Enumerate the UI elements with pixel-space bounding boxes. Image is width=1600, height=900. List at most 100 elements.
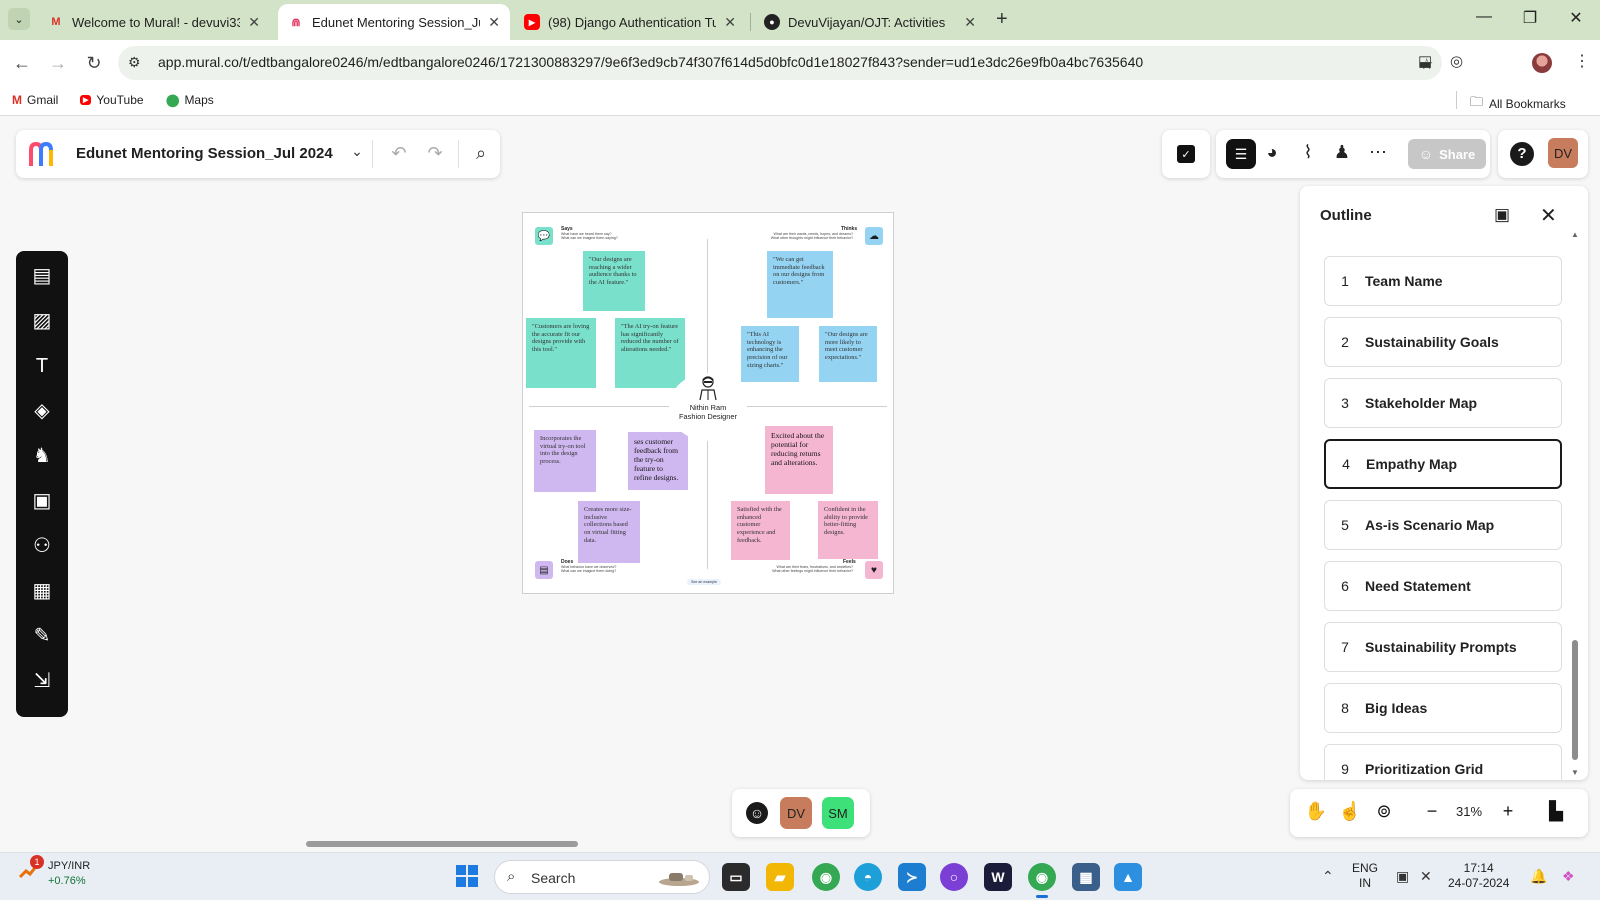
comment-icon[interactable]: ◕ bbox=[1260, 142, 1284, 163]
more-icon[interactable]: ⋯ bbox=[1366, 142, 1390, 163]
reload-icon[interactable]: ↻ bbox=[82, 51, 106, 75]
sticky-note[interactable]: Incorporates the virtual try-on tool int… bbox=[534, 430, 596, 492]
text-icon[interactable]: T bbox=[29, 353, 55, 379]
back-arrow-icon[interactable]: ← bbox=[10, 51, 34, 75]
zoom-level[interactable]: 31% bbox=[1456, 804, 1482, 819]
outline-item[interactable]: 6 Need Statement bbox=[1324, 561, 1562, 611]
see-example-link[interactable]: See an example bbox=[687, 579, 721, 585]
templates-icon[interactable]: ▤ bbox=[29, 263, 55, 289]
collaborator-avatar[interactable]: SM bbox=[822, 797, 854, 829]
persona-card[interactable]: Nithin Ram Fashion Designer bbox=[669, 373, 747, 441]
all-bookmarks[interactable]: 🗀 All Bookmarks bbox=[1456, 91, 1566, 115]
photos-icon[interactable]: ▲ bbox=[1114, 863, 1142, 891]
minimap-toggle-icon[interactable]: ▙ bbox=[1544, 801, 1568, 822]
mural-logo-icon[interactable] bbox=[28, 140, 60, 168]
app-circle-icon[interactable]: ○ bbox=[940, 863, 968, 891]
close-tab-icon[interactable]: ✕ bbox=[248, 14, 260, 31]
tab-github[interactable]: ● DevuVijayan/OJT: Activities ✕ bbox=[754, 4, 986, 40]
outline-item[interactable]: 4 Empathy Map bbox=[1324, 439, 1562, 489]
empathy-map-board[interactable]: 💬 Says What have we heard them say? What… bbox=[522, 212, 894, 594]
user-avatar[interactable]: DV bbox=[1548, 138, 1578, 168]
sticky-note[interactable]: Confident in the ability to provide bett… bbox=[818, 501, 878, 559]
network-icon[interactable]: ▣ bbox=[1396, 868, 1409, 885]
share-button[interactable]: ☺ Share bbox=[1408, 139, 1486, 169]
outline-item[interactable]: 1 Team Name bbox=[1324, 256, 1562, 306]
profile-avatar[interactable] bbox=[1532, 53, 1552, 73]
sticky-note[interactable]: "This AI technology is enhancing the pre… bbox=[741, 326, 799, 382]
windows-start-icon[interactable] bbox=[456, 865, 478, 887]
close-icon[interactable]: ✕ bbox=[1540, 203, 1557, 228]
sticky-note[interactable]: "Our designs are reaching a wider audien… bbox=[583, 251, 645, 311]
clock[interactable]: 17:14 24-07-2024 bbox=[1448, 861, 1509, 891]
minimize-icon[interactable]: — bbox=[1474, 8, 1494, 26]
scroll-up-icon[interactable]: ▲ bbox=[1570, 230, 1580, 239]
canvas-horizontal-scrollbar[interactable] bbox=[306, 841, 578, 847]
outline-icon[interactable]: ☰ bbox=[1226, 139, 1256, 169]
bookmark-youtube[interactable]: ▶ YouTube bbox=[80, 93, 144, 107]
outline-item[interactable]: 5 As-is Scenario Map bbox=[1324, 500, 1562, 550]
table-icon[interactable]: ▦ bbox=[29, 578, 55, 604]
tab-mural[interactable]: ⋒ Edunet Mentoring Session_Jul 2 ✕ bbox=[278, 4, 510, 40]
chrome-menu-icon[interactable]: ⋮ bbox=[1574, 51, 1590, 71]
tab-search-chevron-icon[interactable]: ⌄ bbox=[8, 8, 30, 30]
outline-item[interactable]: 8 Big Ideas bbox=[1324, 683, 1562, 733]
outline-item[interactable]: 9 Prioritization Grid bbox=[1324, 744, 1562, 780]
collaborator-avatar[interactable]: DV bbox=[780, 797, 812, 829]
shapes-icon[interactable]: ◈ bbox=[29, 398, 55, 424]
person-icon[interactable]: ♟ bbox=[1330, 142, 1354, 163]
close-tab-icon[interactable]: ✕ bbox=[488, 14, 500, 31]
zoom-in-icon[interactable]: + bbox=[1496, 801, 1520, 822]
outline-item[interactable]: 3 Stakeholder Map bbox=[1324, 378, 1562, 428]
tab-youtube[interactable]: ▶ (98) Django Authentication Tuto ✕ bbox=[514, 4, 746, 40]
activity-chart-icon[interactable]: ⌇ bbox=[1296, 142, 1320, 163]
scroll-thumb[interactable] bbox=[1572, 640, 1578, 760]
window-close-icon[interactable]: ✕ bbox=[1566, 8, 1586, 28]
new-tab-plus-icon[interactable]: + bbox=[996, 8, 1008, 31]
import-icon[interactable]: ⇲ bbox=[29, 668, 55, 694]
taskbar-search[interactable]: ⌕ Search bbox=[494, 860, 710, 894]
redo-icon[interactable]: ↷ bbox=[424, 143, 446, 164]
help-icon[interactable]: ? bbox=[1510, 142, 1534, 166]
terminal-icon[interactable]: W bbox=[984, 863, 1012, 891]
chevron-down-icon[interactable]: ⌄ bbox=[346, 143, 368, 160]
address-bar[interactable]: ⚙ app.mural.co/t/edtbangalore0246/m/edtb… bbox=[118, 46, 1442, 80]
diagram-icon[interactable]: ⚇ bbox=[29, 533, 55, 559]
board-title[interactable]: Edunet Mentoring Session_Jul 2024 bbox=[76, 145, 333, 162]
install-app-icon[interactable]: ⬓ bbox=[1418, 52, 1432, 70]
file-explorer-icon[interactable]: ▰ bbox=[766, 863, 794, 891]
chrome-icon[interactable]: ◉ bbox=[812, 863, 840, 891]
close-tab-icon[interactable]: ✕ bbox=[964, 14, 976, 31]
present-icon[interactable]: ▣ bbox=[1494, 205, 1510, 225]
close-tab-icon[interactable]: ✕ bbox=[724, 14, 736, 31]
outline-item[interactable]: 2 Sustainability Goals bbox=[1324, 317, 1562, 367]
url-text[interactable]: app.mural.co/t/edtbangalore0246/m/edtban… bbox=[158, 54, 1143, 70]
sticky-note[interactable]: Creates more size-inclusive collections … bbox=[578, 501, 640, 563]
zoom-out-icon[interactable]: − bbox=[1420, 801, 1444, 822]
bookmark-gmail[interactable]: M Gmail bbox=[12, 93, 58, 107]
stock-widget[interactable]: 1 JPY/INR +0.76% bbox=[18, 855, 90, 889]
bookmark-maps[interactable]: ⬤ Maps bbox=[166, 93, 214, 107]
sticky-note[interactable]: "Customers are loving the accurate fit o… bbox=[526, 318, 596, 388]
hand-pan-icon[interactable]: ✋ bbox=[1304, 801, 1328, 822]
sticky-note-icon[interactable]: ▨ bbox=[29, 308, 55, 334]
pen-icon[interactable]: ✎ bbox=[29, 623, 55, 649]
outline-item[interactable]: 7 Sustainability Prompts bbox=[1324, 622, 1562, 672]
vscode-icon[interactable]: ≻ bbox=[898, 863, 926, 891]
restore-icon[interactable]: ❐ bbox=[1520, 8, 1540, 28]
sticky-note[interactable]: Excited about the potential for reducing… bbox=[765, 426, 833, 494]
map-view-icon[interactable]: ⊚ bbox=[1372, 801, 1396, 822]
checkbox-icon[interactable]: ✓ bbox=[1177, 145, 1195, 163]
outline-scrollbar[interactable]: ▲ ▼ bbox=[1570, 230, 1580, 780]
emoji-reaction-icon[interactable]: ☺ bbox=[746, 802, 768, 824]
eye-off-icon[interactable]: ◎ bbox=[1450, 52, 1463, 70]
task-view-icon[interactable]: ▭ bbox=[722, 863, 750, 891]
sticky-note[interactable]: "We can get immediate feedback on our de… bbox=[767, 251, 833, 318]
search-icon[interactable]: ⌕ bbox=[470, 143, 492, 164]
image-icon[interactable]: ▣ bbox=[29, 488, 55, 514]
copilot-icon[interactable]: ❖ bbox=[1562, 868, 1575, 885]
tab-gmail[interactable]: M Welcome to Mural! - devuvi338 ✕ bbox=[38, 4, 270, 40]
chevron-up-icon[interactable]: ⌃ bbox=[1322, 868, 1334, 885]
sticky-note[interactable]: ses customer feedback from the try-on fe… bbox=[628, 432, 688, 490]
scroll-down-icon[interactable]: ▼ bbox=[1570, 768, 1580, 777]
touch-mode-icon[interactable]: ☝ bbox=[1338, 801, 1362, 822]
